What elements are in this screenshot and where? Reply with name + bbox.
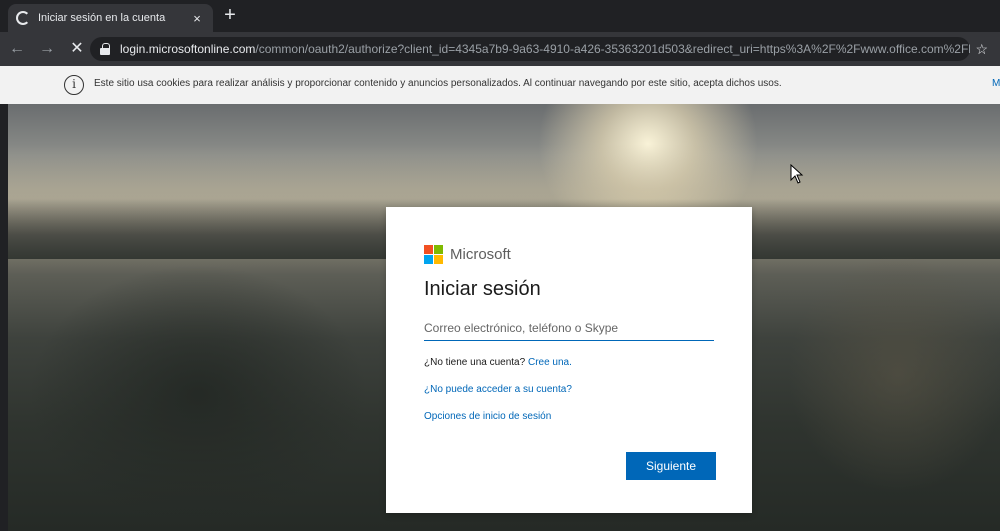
dark-foliage bbox=[28, 264, 368, 524]
tab-close-icon[interactable]: × bbox=[189, 11, 205, 26]
cookie-banner: i Este sitio usa cookies para realizar a… bbox=[0, 66, 1000, 104]
logo-square-red bbox=[424, 244, 433, 254]
tab-signin[interactable]: Iniciar sesión en la cuenta × bbox=[8, 4, 213, 32]
logo-square-green bbox=[434, 244, 443, 254]
forward-arrow-icon[interactable]: → bbox=[34, 36, 60, 62]
tab-strip: Iniciar sesión en la cuenta × + bbox=[0, 0, 1000, 32]
no-account-row: ¿No tiene una cuenta? Cree una. bbox=[424, 357, 714, 368]
signin-card: Microsoft Iniciar sesión ¿No tiene una c… bbox=[386, 207, 752, 513]
tab-title: Iniciar sesión en la cuenta bbox=[38, 12, 166, 24]
stop-loading-icon[interactable]: ✕ bbox=[64, 36, 90, 62]
new-tab-button[interactable]: + bbox=[218, 4, 242, 28]
cant-access-account-link[interactable]: ¿No puede acceder a su cuenta? bbox=[424, 384, 714, 395]
url-host: login.microsoftonline.com bbox=[120, 42, 256, 56]
logo-square-yellow bbox=[434, 254, 443, 264]
bookmark-star-icon[interactable]: ☆ bbox=[975, 41, 988, 58]
microsoft-logo: Microsoft bbox=[424, 243, 714, 265]
url-text[interactable]: login.microsoftonline.com/common/oauth2/… bbox=[120, 42, 970, 56]
loading-spinner-icon bbox=[16, 11, 30, 25]
mouse-cursor-icon bbox=[790, 164, 804, 184]
signin-options-link[interactable]: Opciones de inicio de sesión bbox=[424, 411, 714, 422]
microsoft-logo-icon bbox=[424, 244, 443, 264]
page-title: Iniciar sesión bbox=[424, 278, 541, 300]
no-account-text: ¿No tiene una cuenta? bbox=[424, 357, 526, 368]
info-icon: i bbox=[64, 75, 84, 95]
create-account-link[interactable]: Cree una. bbox=[528, 357, 572, 368]
address-bar[interactable]: login.microsoftonline.com/common/oauth2/… bbox=[90, 37, 970, 61]
cookie-banner-text: Este sitio usa cookies para realizar aná… bbox=[94, 78, 782, 89]
url-path: /common/oauth2/authorize?client_id=4345a… bbox=[255, 42, 970, 56]
back-arrow-icon[interactable]: ← bbox=[4, 36, 30, 62]
logo-square-blue bbox=[424, 254, 433, 264]
browser-toolbar: ← → ✕ login.microsoftonline.com/common/o… bbox=[0, 32, 1000, 66]
lock-icon bbox=[100, 43, 110, 55]
next-button[interactable]: Siguiente bbox=[626, 452, 716, 480]
cookie-more-link[interactable]: M bbox=[992, 78, 1000, 89]
brand-name: Microsoft bbox=[450, 245, 511, 263]
light-foliage bbox=[788, 254, 1000, 494]
email-field[interactable] bbox=[424, 315, 714, 341]
